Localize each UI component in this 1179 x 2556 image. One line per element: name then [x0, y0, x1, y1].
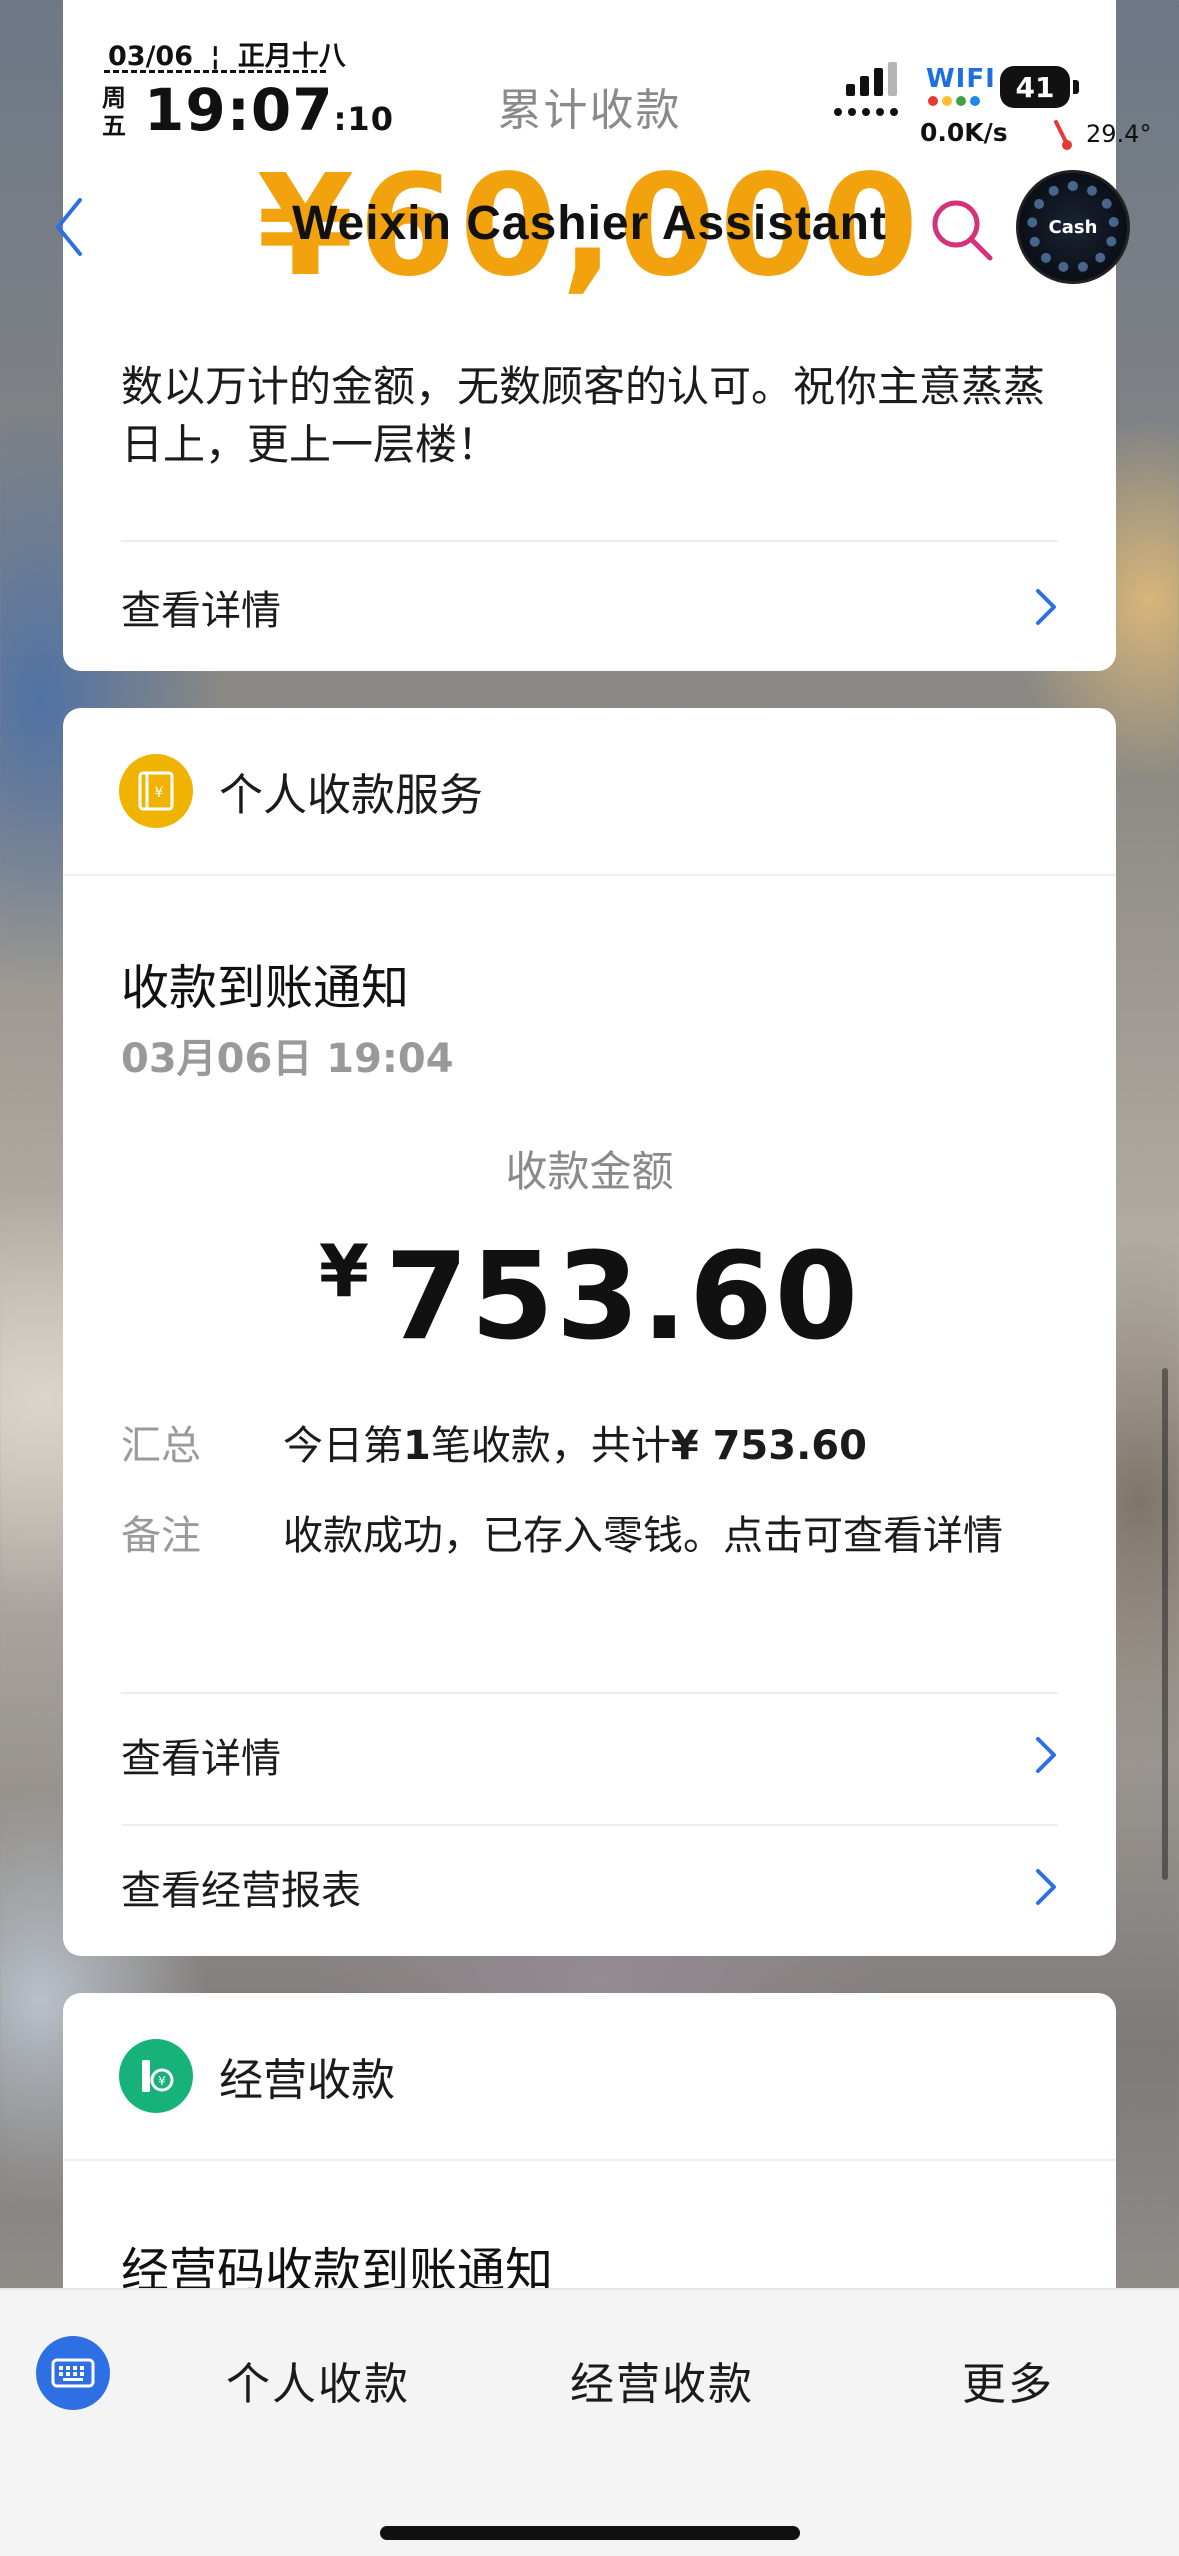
weekday: 周五	[102, 84, 126, 140]
lunar-date: 正月十八	[237, 41, 346, 72]
wifi-label: WIFI	[926, 64, 996, 94]
summary-value: 今日第1笔收款，共计¥ 753.60	[283, 1420, 1058, 1472]
signal-icon	[834, 62, 898, 116]
keyboard-icon	[51, 2358, 95, 2388]
network-speed: 0.0K/s	[920, 118, 1008, 147]
personal-collection-card[interactable]: ¥ 个人收款服务 收款到账通知 03月06日 19:04 收款金额 ¥753.6…	[63, 708, 1116, 1956]
remark-row: 备注 收款成功，已存入零钱。点击可查看详情	[121, 1510, 1058, 1562]
currency-symbol: ¥	[318, 1229, 372, 1313]
summary-mid: 笔收款，共计	[430, 1423, 671, 1469]
wifi-icon	[928, 96, 980, 106]
personal-service-icon: ¥	[119, 754, 193, 828]
business-service-icon: ¥	[119, 2039, 193, 2113]
notice-title: 收款到账通知	[121, 960, 410, 1016]
card-header: ¥ 经营收款	[63, 1993, 1116, 2161]
link-label: 查看经营报表	[121, 1868, 361, 1914]
view-details-link[interactable]: 查看详情	[121, 1700, 1058, 1810]
card-title: 经营收款	[219, 2055, 395, 2106]
summary-prefix: 今日第	[283, 1423, 403, 1469]
tab-more[interactable]: 更多	[962, 2348, 1054, 2412]
remark-key: 备注	[121, 1513, 201, 1559]
date-text: 03/06	[108, 41, 194, 72]
page-title: Weixin Cashier Assistant	[292, 197, 887, 250]
amount-number: 753.60	[385, 1228, 861, 1367]
clock: 19:07:10	[144, 76, 394, 144]
chevron-right-icon	[1036, 589, 1056, 625]
chevron-right-icon	[1036, 1869, 1056, 1905]
divider	[104, 70, 326, 73]
congrats-message: 数以万计的金额，无数顾客的认可。祝你主意蒸蒸日上，更上一层楼！	[121, 362, 1046, 469]
summary-row: 汇总 今日第1笔收款，共计¥ 753.60	[121, 1420, 1058, 1472]
cash-badge-icon[interactable]: Cash	[1016, 170, 1130, 284]
badge-label: Cash	[1048, 216, 1098, 238]
clock-time: 19:07	[144, 76, 334, 144]
search-icon[interactable]	[928, 196, 996, 264]
summary-total: ¥ 753.60	[670, 1423, 867, 1469]
tab-personal-collection[interactable]: 个人收款	[226, 2348, 410, 2412]
scrollbar[interactable]	[1162, 1368, 1168, 1880]
remark-value: 收款成功，已存入零钱。点击可查看详情	[283, 1513, 1003, 1559]
temperature: 29.4°	[1086, 120, 1152, 148]
bottom-tab-bar: 个人收款 经营收款 更多	[0, 2288, 1179, 2556]
svg-text:¥: ¥	[158, 2074, 166, 2088]
card-title: 个人收款服务	[219, 770, 483, 821]
tab-business-collection[interactable]: 经营收款	[570, 2348, 754, 2412]
notice-time: 03月06日 19:04	[121, 1036, 454, 1082]
status-date: 03/06 ¦ 正月十八	[108, 41, 346, 72]
svg-text:¥: ¥	[155, 785, 164, 801]
divider	[121, 1692, 1058, 1694]
home-indicator[interactable]	[380, 2526, 800, 2540]
summary-key: 汇总	[121, 1423, 201, 1469]
chevron-right-icon	[1036, 1737, 1056, 1773]
summary-view-details-link[interactable]: 查看详情	[121, 552, 1058, 662]
amount-label: 收款金额	[505, 1147, 674, 1196]
link-label: 查看详情	[121, 588, 281, 634]
battery-indicator: 41	[1000, 66, 1070, 108]
view-report-link[interactable]: 查看经营报表	[121, 1832, 1058, 1942]
amount-value: ¥753.60	[63, 1228, 1116, 1367]
card-header: ¥ 个人收款服务	[63, 708, 1116, 876]
clock-seconds: :10	[333, 100, 394, 138]
keyboard-button[interactable]	[36, 2336, 110, 2410]
thermometer-icon	[1054, 120, 1072, 150]
divider	[121, 1824, 1058, 1826]
link-label: 查看详情	[121, 1736, 281, 1782]
divider	[121, 540, 1058, 542]
summary-count: 1	[403, 1423, 431, 1469]
battery-icon	[1073, 80, 1079, 94]
